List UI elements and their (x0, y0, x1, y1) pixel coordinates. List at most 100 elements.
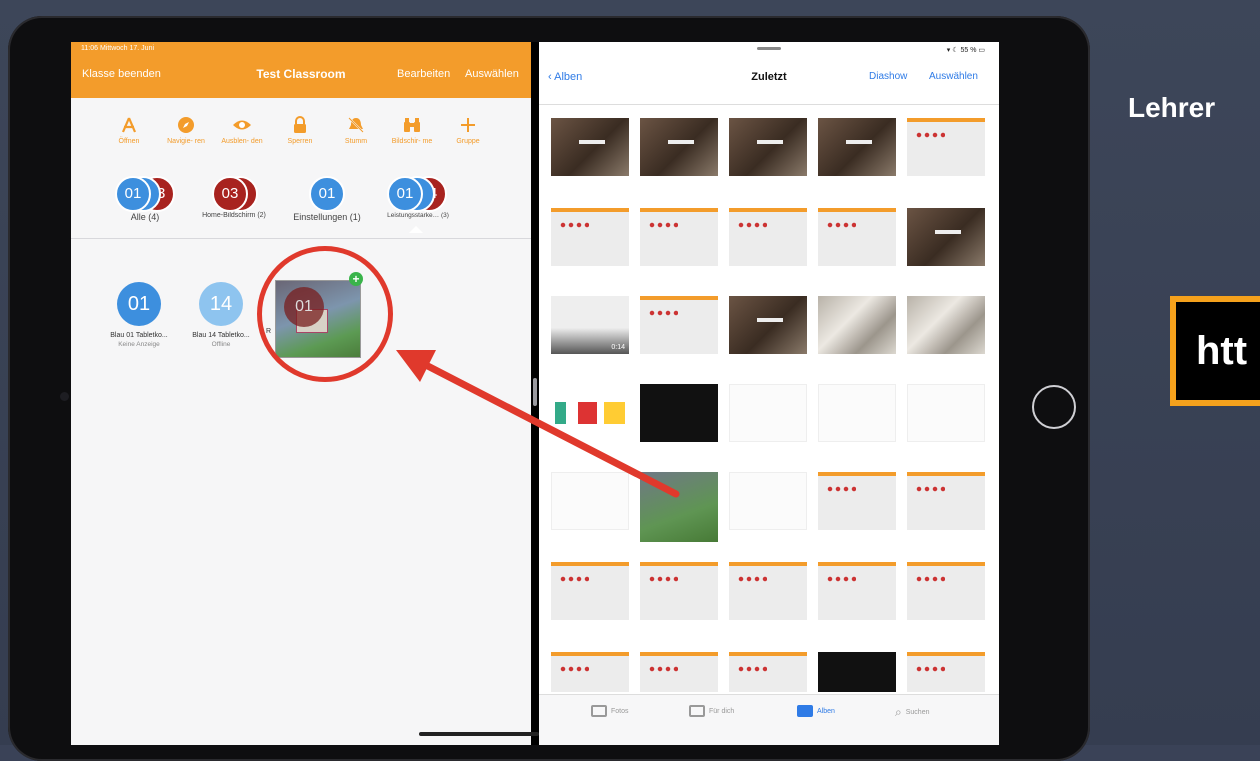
photo-thumb[interactable] (907, 562, 985, 620)
tab-photos[interactable]: Fotos (591, 705, 629, 717)
video-duration: 0:14 (611, 344, 625, 351)
selected-group-indicator (409, 226, 423, 233)
photo-thumb[interactable] (640, 652, 718, 692)
photo-thumb[interactable] (818, 118, 896, 176)
photo-thumb[interactable] (729, 384, 807, 442)
home-button[interactable] (1032, 385, 1076, 429)
group-performers[interactable]: 14 01 Leistungsstarke… (3) (377, 176, 459, 219)
photo-thumb[interactable] (640, 472, 718, 542)
eye-icon (219, 114, 265, 136)
photo-thumb[interactable] (907, 296, 985, 354)
photo-thumb[interactable] (640, 384, 718, 442)
avatar: 01 (117, 282, 161, 326)
student-name: Blau 14 Tabletko... (192, 332, 250, 339)
classroom-navbar: Klasse beenden Test Classroom Bearbeiten… (71, 56, 531, 98)
photo-thumb[interactable] (551, 652, 629, 692)
tool-screens[interactable]: Bildschir- me (389, 114, 435, 146)
photo-thumb[interactable] (818, 652, 896, 692)
multitask-handle[interactable] (757, 47, 781, 50)
search-icon: ⌕ (895, 705, 902, 719)
highlight-circle (257, 246, 393, 382)
compass-icon (163, 114, 209, 136)
photo-thumb[interactable] (551, 472, 629, 530)
select-button[interactable]: Auswählen (465, 68, 519, 80)
video-thumb[interactable]: 0:14 (551, 296, 629, 354)
photo-thumb[interactable] (640, 296, 718, 354)
slide-heading: Lehrer (1128, 92, 1216, 123)
ipad-screen: 11:06 Mittwoch 17. Juni Klasse beenden T… (71, 42, 999, 745)
tool-group[interactable]: Gruppe (445, 114, 491, 146)
slide-url-box: htt (1170, 296, 1260, 406)
student-bubble: 01 (115, 176, 151, 212)
bell-mute-icon (333, 114, 379, 136)
tab-search[interactable]: ⌕ Suchen (895, 705, 929, 720)
photo-thumb[interactable] (818, 472, 896, 530)
photo-thumb[interactable] (907, 384, 985, 442)
slide-url-text: htt (1196, 329, 1248, 373)
photo-thumb[interactable] (907, 652, 985, 692)
avatar: 14 (199, 282, 243, 326)
group-label: Alle (4) (130, 212, 160, 222)
photo-thumb[interactable] (640, 208, 718, 266)
student-name: Blau 01 Tabletko... (110, 332, 168, 339)
photo-thumb[interactable] (729, 472, 807, 530)
student-bubble: 01 (309, 176, 345, 212)
group-label: Home-Bildschirm (2) (202, 212, 266, 219)
tool-mute[interactable]: Stumm (333, 114, 379, 146)
photo-thumb[interactable] (907, 208, 985, 266)
divider-handle[interactable] (533, 378, 537, 406)
for-you-icon (689, 705, 705, 717)
photos-icon (591, 705, 607, 717)
group-label: Einstellungen (1) (293, 212, 361, 222)
student-status: Keine Anzeige (118, 341, 160, 348)
student-tile[interactable]: 01 Blau 01 Tabletko... Keine Anzeige (100, 282, 178, 348)
select-button[interactable]: Auswählen (929, 71, 978, 82)
slideshow-button[interactable]: Diashow (869, 71, 907, 82)
photo-thumb[interactable] (818, 384, 896, 442)
group-home[interactable]: 03 Home-Bildschirm (2) (194, 176, 274, 219)
photo-thumb[interactable] (640, 118, 718, 176)
photo-thumb[interactable] (551, 118, 629, 176)
battery-status: ▾ ☾ 55 % ▭ (946, 47, 985, 54)
page-title: Test Classroom (256, 67, 346, 81)
photo-thumb[interactable] (729, 652, 807, 692)
photo-thumb[interactable] (729, 118, 807, 176)
photo-thumb[interactable] (907, 118, 985, 176)
photo-thumb[interactable] (818, 562, 896, 620)
app-store-icon (106, 114, 152, 136)
photo-thumb[interactable] (818, 208, 896, 266)
photo-thumb[interactable] (551, 384, 629, 442)
plus-icon (445, 114, 491, 136)
tool-open[interactable]: Öffnen (106, 114, 152, 146)
classroom-pane: 11:06 Mittwoch 17. Juni Klasse beenden T… (71, 42, 531, 745)
binoculars-icon (389, 114, 435, 136)
student-bubble: 03 (212, 176, 248, 212)
photo-thumb[interactable] (729, 562, 807, 620)
edit-button[interactable]: Bearbeiten (397, 68, 450, 80)
photos-pane: ▾ ☾ 55 % ▭ ‹ Alben Zuletzt Diashow Auswä… (539, 42, 999, 745)
group-all[interactable]: 03 01 Alle (4) (115, 176, 175, 222)
lock-icon (277, 114, 323, 136)
photos-tabbar: Fotos Für dich Alben ⌕ Suchen (539, 694, 999, 745)
split-view-divider[interactable] (531, 42, 539, 745)
albums-icon (797, 705, 813, 717)
photos-navbar: ‹ Alben Zuletzt Diashow Auswählen (539, 56, 999, 105)
tool-hide[interactable]: Ausblen- den (219, 114, 265, 146)
tab-albums[interactable]: Alben (797, 705, 835, 717)
photo-thumb[interactable] (729, 296, 807, 354)
student-tile[interactable]: 14 Blau 14 Tabletko... Offline (182, 282, 260, 348)
action-toolbar: Öffnen Navigie- ren Ausblen- den Sperren (71, 98, 531, 239)
group-settings[interactable]: 01 Einstellungen (1) (285, 176, 369, 222)
tool-lock[interactable]: Sperren (277, 114, 323, 146)
group-label: Leistungsstarke… (3) (387, 212, 449, 219)
photo-thumb[interactable] (818, 296, 896, 354)
photo-thumb[interactable] (907, 472, 985, 530)
photo-thumb[interactable] (729, 208, 807, 266)
tool-navigate[interactable]: Navigie- ren (163, 114, 209, 146)
student-bubble: 01 (387, 176, 423, 212)
tab-for-you[interactable]: Für dich (689, 705, 734, 717)
photo-thumb[interactable] (551, 562, 629, 620)
student-status: Offline (211, 341, 231, 348)
photo-thumb[interactable] (551, 208, 629, 266)
photo-thumb[interactable] (640, 562, 718, 620)
